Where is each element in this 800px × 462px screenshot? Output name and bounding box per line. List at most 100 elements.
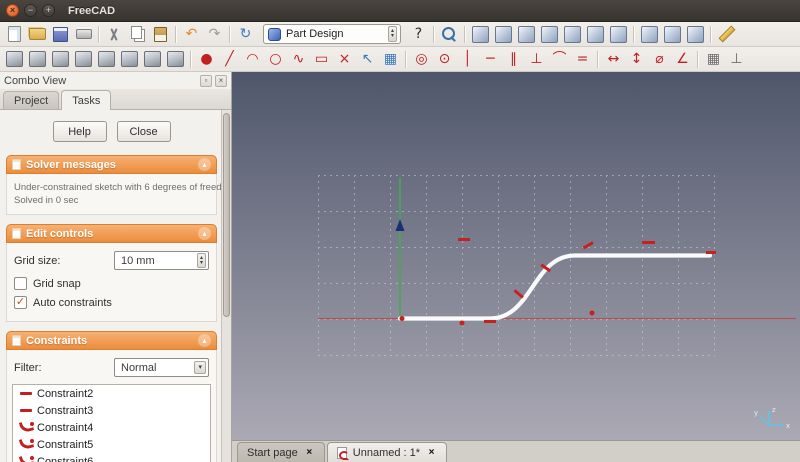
map-sketch-button[interactable] [72, 48, 95, 71]
refresh-button[interactable]: ↻ [234, 23, 257, 46]
create-sketch-button[interactable] [26, 48, 49, 71]
create-arc-button[interactable]: ◠ [241, 48, 264, 71]
constraint-marker[interactable] [642, 241, 655, 244]
combo-view-title: Combo View [4, 74, 67, 87]
print-button[interactable] [72, 23, 95, 46]
undo-button[interactable]: ↶ [180, 23, 203, 46]
cut-button[interactable] [103, 23, 126, 46]
view-top-button[interactable] [515, 23, 538, 46]
constraint-distance-x-button[interactable]: ↔ [602, 48, 625, 71]
constraint-equal-button[interactable]: = [571, 48, 594, 71]
grid-size-input[interactable]: 10 mm [114, 251, 209, 270]
view-right-button[interactable] [538, 23, 561, 46]
constraint-parallel-button[interactable]: ∥ [502, 48, 525, 71]
toggle-grid-button[interactable]: ▦ [702, 48, 725, 71]
toggle-snap-button[interactable]: ⊥ [725, 48, 748, 71]
constraint-list-item[interactable]: Constraint2 [13, 385, 210, 402]
view-front-button[interactable] [492, 23, 515, 46]
window-maximize-button[interactable]: + [42, 4, 55, 17]
view-dimetric-button[interactable] [661, 23, 684, 46]
constraints-header[interactable]: Constraints [6, 331, 217, 350]
redo-button[interactable]: ↷ [203, 23, 226, 46]
constraint-tangent-button[interactable]: ⌒ [548, 48, 571, 71]
view-left-button[interactable] [607, 23, 630, 46]
collapse-arrow-icon[interactable] [198, 227, 211, 240]
window-minimize-button[interactable]: − [24, 4, 37, 17]
revolution-button[interactable] [118, 48, 141, 71]
create-polyline-button[interactable]: ∿ [287, 48, 310, 71]
close-button[interactable]: Close [116, 121, 171, 142]
whats-this-button[interactable]: ? [407, 23, 430, 46]
new-document-button[interactable] [3, 23, 26, 46]
grid-snap-checkbox[interactable] [14, 277, 27, 290]
constraint-marker[interactable] [484, 320, 496, 323]
toolbar-separator [597, 50, 599, 68]
combo-spinner-icon[interactable] [387, 26, 397, 42]
create-point-button[interactable]: ● [195, 48, 218, 71]
constraint-marker[interactable] [706, 251, 716, 254]
create-circle-button[interactable]: ○ [264, 48, 287, 71]
view-rear-button[interactable] [561, 23, 584, 46]
create-body-button[interactable] [3, 48, 26, 71]
constraint-list-item[interactable]: Constraint6 [13, 453, 210, 462]
constraint-list-item[interactable]: Constraint5 [13, 436, 210, 453]
constraint-perpendicular-button[interactable]: ⊥ [525, 48, 548, 71]
tab-close-icon[interactable] [426, 447, 437, 458]
copy-button[interactable] [126, 23, 149, 46]
constraint-list-item[interactable]: Constraint4 [13, 419, 210, 436]
view-bottom-button[interactable] [584, 23, 607, 46]
help-button[interactable]: Help [52, 121, 107, 142]
groove-button[interactable] [164, 48, 187, 71]
toggle-construction-button[interactable]: ▦ [379, 48, 402, 71]
panel-scrollbar[interactable] [221, 110, 231, 462]
viewport-3d[interactable]: x y z [232, 72, 800, 440]
view-axonometric-button[interactable] [638, 23, 661, 46]
paste-button[interactable] [149, 23, 172, 46]
panel-float-icon[interactable]: ▫ [200, 74, 212, 87]
solver-messages-header[interactable]: Solver messages [6, 155, 217, 174]
constraint-list-item[interactable]: Constraint3 [13, 402, 210, 419]
pad-button[interactable] [95, 48, 118, 71]
constraint-radius-button[interactable]: ⌀ [648, 48, 671, 71]
point-on-object-constraint-icon [17, 455, 35, 462]
constraint-marker[interactable] [458, 238, 470, 241]
panel-close-icon[interactable]: × [215, 74, 227, 87]
pocket-button[interactable] [141, 48, 164, 71]
constraint-coincident-button[interactable]: ◎ [410, 48, 433, 71]
tab-unnamed-document[interactable]: Unnamed : 1* [326, 442, 448, 462]
scrollbar-thumb[interactable] [223, 113, 230, 318]
window-close-button[interactable]: × [6, 4, 19, 17]
auto-constraints-checkbox[interactable] [14, 296, 27, 309]
external-geometry-button[interactable]: ↖ [356, 48, 379, 71]
constraint-distance-y-button[interactable]: ↕ [625, 48, 648, 71]
constraint-marker[interactable] [459, 320, 465, 326]
tab-project[interactable]: Project [3, 91, 60, 109]
save-document-button[interactable] [49, 23, 72, 46]
tab-start-page[interactable]: Start page [237, 442, 325, 462]
open-document-button[interactable] [26, 23, 49, 46]
constraint-horizontal-button[interactable]: ─ [479, 48, 502, 71]
create-line-button[interactable]: ╱ [218, 48, 241, 71]
view-trimetric-button[interactable] [684, 23, 707, 46]
spinner-arrows-icon[interactable] [196, 253, 206, 268]
constraint-point-on-object-button[interactable]: ⊙ [433, 48, 456, 71]
trim-edge-button[interactable]: × [333, 48, 356, 71]
workbench-selector[interactable]: Part Design [263, 24, 401, 44]
edit-sketch-button[interactable] [49, 48, 72, 71]
constraint-filter-select[interactable]: Normal ▾ [114, 358, 209, 377]
constraint-angle-button[interactable]: ∠ [671, 48, 694, 71]
sketch-origin-point[interactable] [399, 316, 405, 321]
constraint-list: Constraint2 Constraint3 Constraint4 Constra… [12, 384, 211, 462]
constraint-vertical-button[interactable]: │ [456, 48, 479, 71]
constraint-marker[interactable] [589, 310, 595, 316]
create-rectangle-button[interactable]: ▭ [310, 48, 333, 71]
view-isometric-button[interactable] [469, 23, 492, 46]
tab-close-icon[interactable] [304, 447, 315, 458]
fit-all-button[interactable] [438, 23, 461, 46]
collapse-arrow-icon[interactable] [198, 334, 211, 347]
tab-tasks[interactable]: Tasks [61, 90, 112, 110]
edit-controls-header[interactable]: Edit controls [6, 224, 217, 243]
measure-distance-button[interactable] [715, 23, 738, 46]
axis-label-z: z [772, 406, 776, 414]
collapse-arrow-icon[interactable] [198, 158, 211, 171]
